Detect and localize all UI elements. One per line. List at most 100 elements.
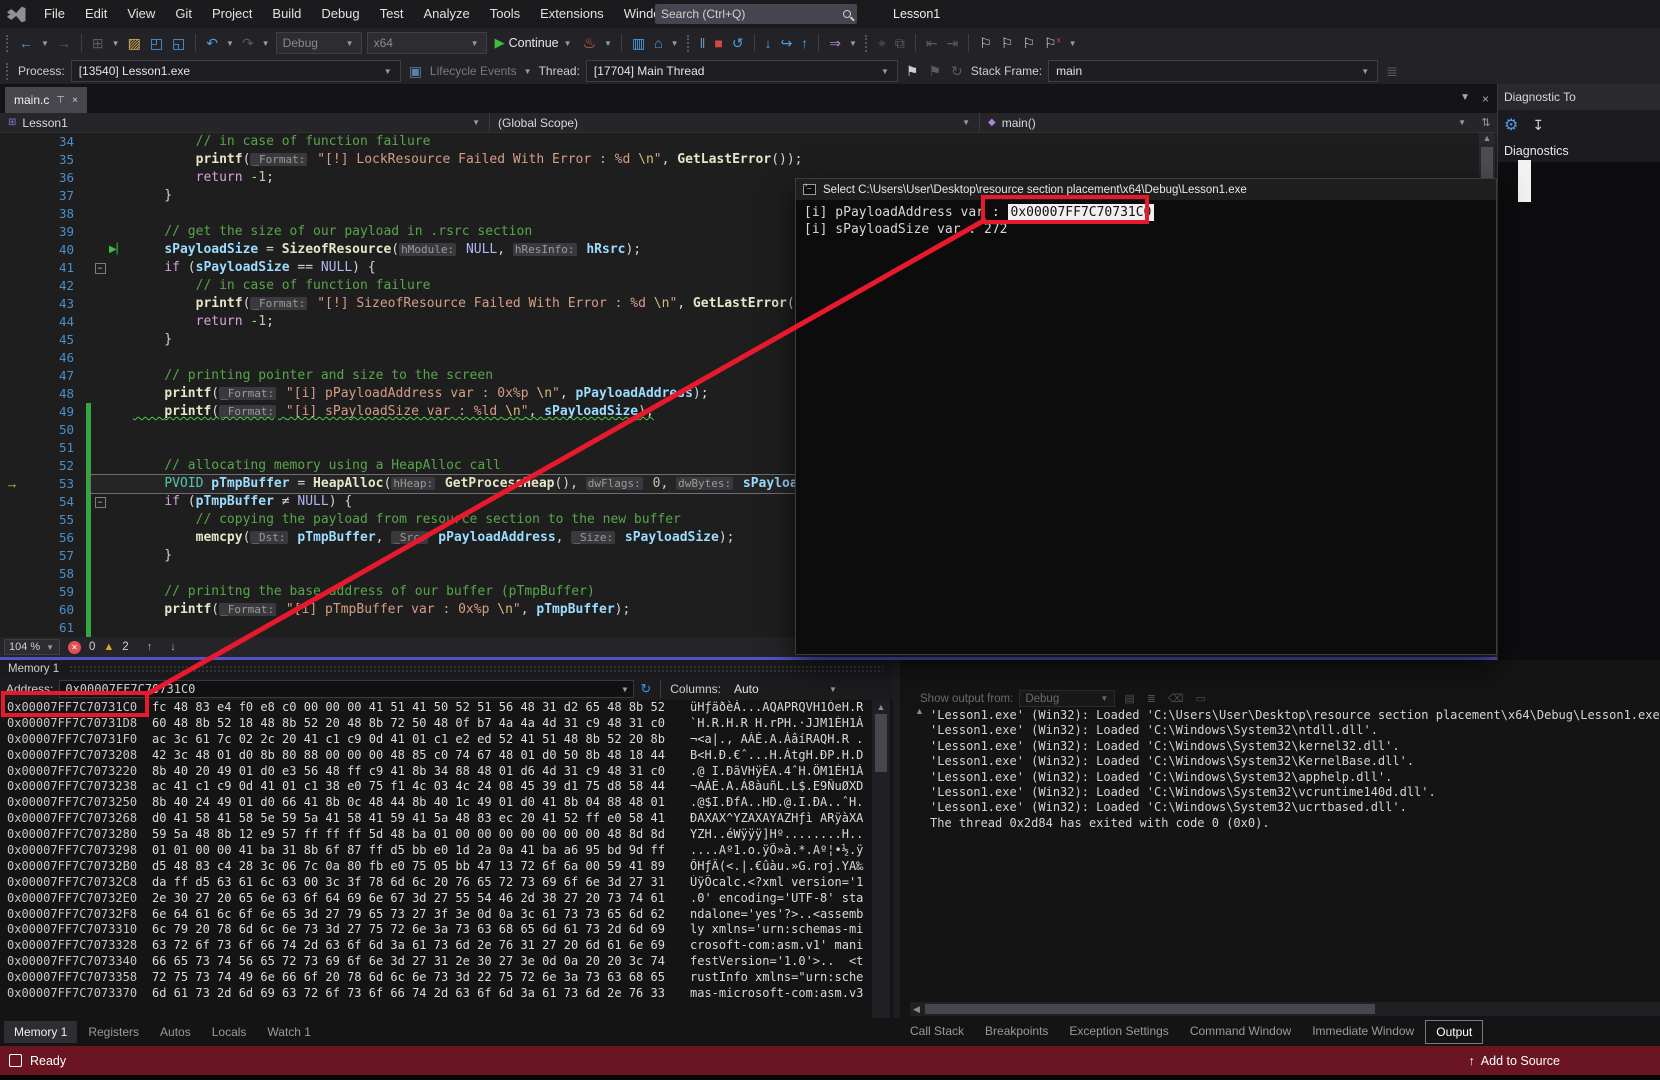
fold-margin[interactable] [91, 313, 109, 331]
hot-reload-icon[interactable]: ♨ [581, 34, 598, 52]
output-source-dropdown[interactable]: Debug▼ [1019, 690, 1115, 707]
fold-margin[interactable] [91, 223, 109, 241]
next-issue-icon[interactable]: ↓ [170, 641, 176, 653]
breakpoint-margin[interactable] [0, 529, 24, 547]
pin-icon[interactable]: ⊤ [56, 95, 65, 106]
solution-explorer-sync-icon[interactable]: ⌂ [652, 35, 664, 51]
toolbar-grip[interactable] [6, 63, 10, 80]
fold-margin[interactable] [91, 439, 109, 457]
breakpoint-margin[interactable] [0, 547, 24, 565]
breakpoint-margin[interactable] [0, 313, 24, 331]
stop-debugging-icon[interactable]: ■ [712, 35, 724, 51]
breakpoint-margin[interactable] [0, 331, 24, 349]
tool-tab-output[interactable]: Output [1425, 1020, 1483, 1044]
background-tasks-icon[interactable] [9, 1054, 22, 1067]
continue-button[interactable]: ▶ Continue ▼ [492, 35, 576, 51]
collapse-icon[interactable]: − [95, 263, 106, 274]
memory-hex-dump[interactable]: 0x00007FF7C70731C0fc 48 83 e4 f0 e8 c0 0… [0, 700, 870, 1002]
save-all-icon[interactable]: ◱ [170, 35, 187, 52]
solution-platform-dropdown[interactable]: x64▼ [367, 32, 487, 54]
diagnostics-settings-gear-icon[interactable]: ⚙ [1504, 115, 1518, 135]
new-item-dropdown-icon[interactable]: ▼ [111, 39, 121, 48]
lifecycle-events-dropdown-icon[interactable]: ▼ [523, 67, 533, 76]
find-in-files-icon[interactable]: ▥ [630, 35, 647, 52]
breakpoint-margin[interactable] [0, 133, 24, 151]
breakpoint-margin[interactable] [0, 511, 24, 529]
menu-item-project[interactable]: Project [202, 6, 262, 21]
word-wrap-icon[interactable]: ≣ [1144, 692, 1159, 705]
add-to-source-control-button[interactable]: ↑ Add to Source [1469, 1054, 1560, 1068]
navigate-back-dropdown-icon[interactable]: ▼ [40, 39, 50, 48]
fold-margin[interactable] [91, 187, 109, 205]
breakpoint-margin[interactable] [0, 259, 24, 277]
menu-item-file[interactable]: File [34, 6, 75, 21]
scope-dropdown[interactable]: (Global Scope) ▼ [490, 113, 980, 132]
fold-margin[interactable] [91, 529, 109, 547]
tool-tab-command-window[interactable]: Command Window [1180, 1020, 1301, 1044]
attach-icon[interactable]: ⧉ [893, 35, 907, 52]
fold-margin[interactable] [91, 565, 109, 583]
flag-threads-icon[interactable]: ⚑ [926, 63, 943, 80]
fold-margin[interactable] [91, 475, 109, 493]
step-out-icon[interactable]: ↑ [799, 35, 810, 51]
document-well-close-icon[interactable]: × [1482, 92, 1489, 106]
break-all-icon[interactable]: ‖ [698, 35, 708, 51]
menu-item-git[interactable]: Git [165, 6, 202, 21]
menu-item-edit[interactable]: Edit [75, 6, 117, 21]
menu-item-view[interactable]: View [117, 6, 165, 21]
previous-bookmark-icon[interactable]: ⚐ [999, 35, 1016, 52]
redo-icon[interactable]: ↷ [240, 35, 256, 52]
tool-tab-breakpoints[interactable]: Breakpoints [975, 1020, 1058, 1044]
fold-margin[interactable] [91, 547, 109, 565]
code-line-body[interactable]: // in case of function failure [91, 133, 1497, 151]
code-line[interactable]: 35 printf(_Format: "[!] LockResource Fai… [0, 151, 1497, 169]
debugbar-overflow-icon[interactable]: ≣ [1384, 63, 1400, 80]
run-to-cursor-icon[interactable]: ⌖ [876, 35, 888, 52]
tool-tab-watch-1[interactable]: Watch 1 [257, 1021, 321, 1043]
save-icon[interactable]: ◰ [148, 35, 165, 52]
continue-dropdown-icon[interactable]: ▼ [563, 39, 573, 48]
fold-margin[interactable] [91, 241, 109, 259]
breakpoint-margin[interactable] [0, 277, 24, 295]
fold-margin[interactable] [91, 349, 109, 367]
toolbar-grip[interactable] [6, 35, 10, 52]
tool-tab-memory-1[interactable]: Memory 1 [4, 1021, 77, 1043]
breakpoint-margin[interactable] [0, 187, 24, 205]
split-window-icon[interactable]: ⇅ [1475, 113, 1497, 132]
output-horizontal-scrollbar[interactable]: ◀ [910, 1002, 1660, 1016]
fold-margin[interactable]: − [91, 493, 109, 511]
tab-main-c[interactable]: main.c ⊤ × [5, 87, 87, 113]
clear-bookmarks-icon[interactable]: ⚐x [1042, 35, 1063, 52]
memory-vertical-scrollbar[interactable]: ▲ ▼ [872, 700, 890, 1056]
tool-tab-autos[interactable]: Autos [150, 1021, 201, 1043]
fold-margin[interactable] [91, 169, 109, 187]
code-line-body[interactable]: printf(_Format: "[!] LockResource Failed… [91, 151, 1497, 169]
fold-margin[interactable] [91, 511, 109, 529]
breakpoint-margin[interactable] [0, 205, 24, 223]
memory-window-header[interactable]: Memory 1 [0, 660, 893, 678]
undo-icon[interactable]: ↶ [204, 35, 220, 52]
menu-item-extensions[interactable]: Extensions [530, 6, 614, 21]
restart-icon[interactable]: ↺ [730, 35, 746, 52]
tool-tab-registers[interactable]: Registers [78, 1021, 149, 1043]
search-input[interactable]: Search (Ctrl+Q) [655, 4, 857, 24]
tool-tab-call-stack[interactable]: Call Stack [900, 1020, 974, 1044]
fold-margin[interactable] [91, 385, 109, 403]
tool-tab-immediate-window[interactable]: Immediate Window [1302, 1020, 1424, 1044]
columns-dropdown[interactable]: Auto▼ [727, 678, 845, 700]
new-item-icon[interactable]: ⊞ [90, 35, 106, 52]
breakpoint-margin[interactable]: → [0, 475, 24, 493]
fold-margin[interactable] [91, 295, 109, 313]
fold-margin[interactable] [91, 277, 109, 295]
breakpoint-margin[interactable] [0, 457, 24, 475]
output-scroll-up-icon[interactable]: ▲ [915, 706, 924, 716]
console-window[interactable]: Select C:\Users\User\Desktop\resource se… [795, 178, 1497, 655]
breakpoint-margin[interactable] [0, 169, 24, 187]
breakpoint-margin[interactable] [0, 241, 24, 259]
debug-overflow-icon[interactable]: ▼ [848, 39, 858, 48]
scrollbar-thumb[interactable] [875, 714, 887, 772]
output-log[interactable]: 'Lesson1.exe' (Win32): Loaded 'C:\Users\… [930, 708, 1660, 968]
fold-margin[interactable] [91, 133, 109, 151]
scrollbar-thumb[interactable] [925, 1004, 1375, 1014]
fold-margin[interactable]: − [91, 259, 109, 277]
